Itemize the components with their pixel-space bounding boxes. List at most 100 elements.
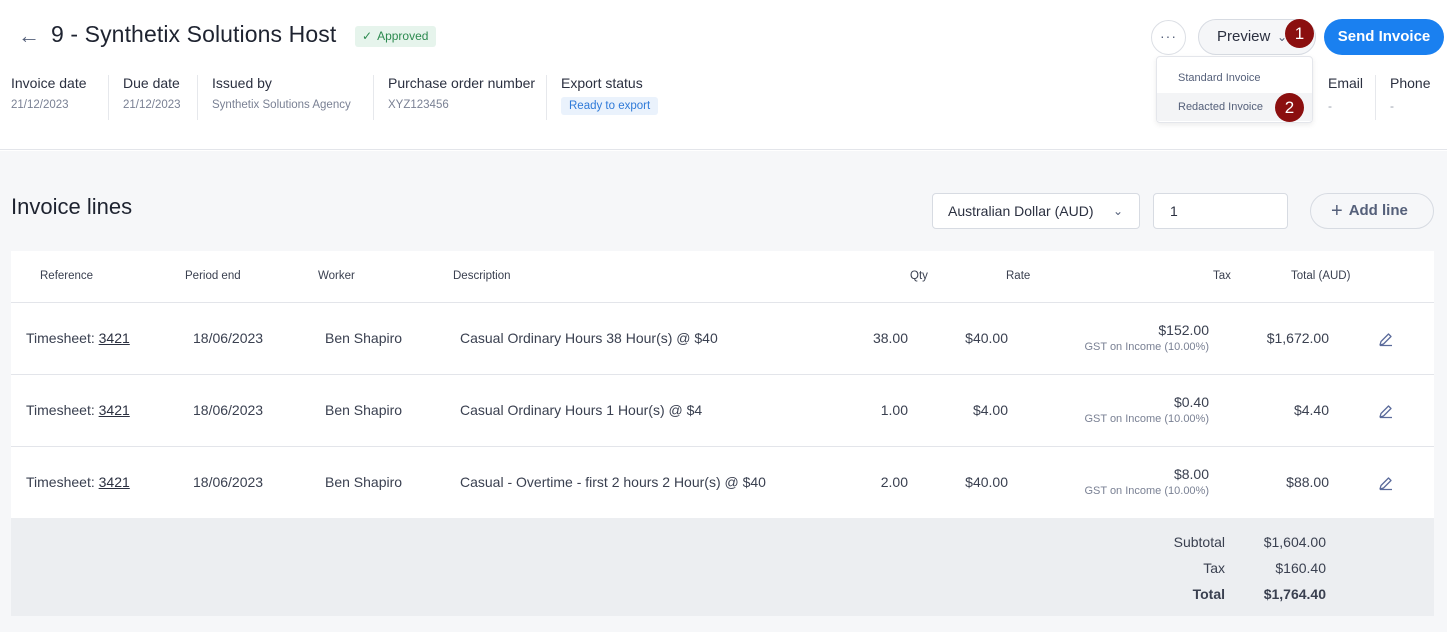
column-header-worker: Worker (318, 270, 355, 282)
meta-due-date: Due date 21/12/2023 (123, 75, 181, 121)
column-header-rate: Rate (1006, 270, 1031, 282)
total-cell: $4.40 (1293, 402, 1329, 418)
divider (197, 75, 198, 120)
check-icon: ✓ (362, 29, 373, 43)
more-options-button[interactable]: ··· (1151, 20, 1186, 55)
description-cell: Casual Ordinary Hours 1 Hour(s) @ $4 (460, 402, 703, 418)
status-badge-label: Approved (377, 29, 429, 43)
invoice-header: ← 9 - Synthetix Solutions Host ✓ Approve… (0, 0, 1447, 150)
add-line-button[interactable]: + Add line (1310, 193, 1434, 229)
table-row: Timesheet: 3421 18/06/2023 Ben Shapiro C… (11, 447, 1434, 519)
qty-cell: 2.00 (880, 474, 908, 490)
meta-purchase-order: Purchase order number XYZ123456 (388, 75, 535, 121)
reference-cell: Timesheet: 3421 (26, 330, 130, 346)
tax-amount: $152.00 (1158, 322, 1209, 338)
period-end-cell: 18/06/2023 (193, 402, 264, 418)
period-end-cell: 18/06/2023 (193, 474, 264, 490)
meta-value: Synthetix Solutions Agency (212, 99, 351, 111)
meta-phone: Phone - (1390, 75, 1430, 113)
total-cell: $1,672.00 (1266, 330, 1329, 346)
section-title: Invoice lines (11, 194, 133, 219)
meta-label: Invoice date (11, 75, 87, 91)
qty-cell: 38.00 (872, 330, 908, 346)
divider (546, 75, 547, 120)
edit-pencil-icon[interactable] (1377, 402, 1395, 420)
column-header-description: Description (453, 270, 511, 282)
grand-total-label: Total (1192, 586, 1225, 602)
tax-description: GST on Income (10.00%) (1084, 413, 1209, 425)
chevron-down-icon: ⌄ (1112, 204, 1123, 218)
meta-value: 21/12/2023 (11, 99, 69, 111)
tax-amount: $8.00 (1173, 466, 1209, 482)
meta-label: Phone (1390, 75, 1431, 91)
meta-invoice-date: Invoice date 21/12/2023 (11, 75, 87, 121)
column-header-reference: Reference (40, 270, 94, 282)
exchange-rate-input[interactable] (1153, 193, 1288, 229)
worker-cell: Ben Shapiro (325, 402, 403, 418)
meta-label: Email (1328, 75, 1364, 91)
meta-label: Export status (561, 75, 643, 91)
column-header-total: Total (AUD) (1291, 270, 1351, 282)
tax-description: GST on Income (10.00%) (1084, 485, 1209, 497)
column-header-period-end: Period end (185, 270, 241, 282)
table-row: Timesheet: 3421 18/06/2023 Ben Shapiro C… (11, 303, 1434, 375)
tax-description: GST on Income (10.00%) (1084, 341, 1209, 353)
description-cell: Casual - Overtime - first 2 hours 2 Hour… (460, 474, 766, 490)
meta-value: - (1390, 99, 1394, 113)
reference-prefix: Timesheet: (26, 330, 99, 346)
subtotal-label: Subtotal (1173, 534, 1225, 550)
reference-cell: Timesheet: 3421 (26, 402, 130, 418)
step-badge-1: 1 (1285, 19, 1314, 48)
add-line-label: Add line (1348, 202, 1408, 219)
meta-value: 21/12/2023 (123, 99, 181, 111)
send-invoice-button[interactable]: Send Invoice (1324, 19, 1444, 55)
meta-label: Due date (123, 75, 180, 91)
plus-icon: + (1331, 200, 1343, 222)
timesheet-link[interactable]: 3421 (99, 474, 130, 490)
page-title: 9 - Synthetix Solutions Host (51, 21, 337, 47)
grand-total-value: $1,764.40 (1263, 586, 1326, 602)
invoice-lines-table: Reference Period end Worker Description … (11, 251, 1434, 519)
currency-value: Australian Dollar (AUD) (948, 203, 1094, 219)
subtotal-value: $1,604.00 (1263, 534, 1326, 550)
step-badge-2: 2 (1275, 93, 1304, 122)
meta-issued-by: Issued by Synthetix Solutions Agency (212, 75, 351, 121)
tax-amount: $0.40 (1173, 394, 1209, 410)
arrow-left-icon[interactable]: ← (18, 22, 42, 50)
worker-cell: Ben Shapiro (325, 330, 403, 346)
table-header: Reference Period end Worker Description … (11, 251, 1434, 303)
timesheet-link[interactable]: 3421 (99, 330, 130, 346)
status-badge: ✓ Approved (355, 26, 437, 47)
description-cell: Casual Ordinary Hours 38 Hour(s) @ $40 (460, 330, 718, 346)
reference-prefix: Timesheet: (26, 474, 99, 490)
column-header-tax: Tax (1213, 270, 1231, 282)
meta-label: Issued by (212, 75, 272, 91)
invoice-totals: Subtotal $1,604.00 Tax $160.40 Total $1,… (11, 518, 1434, 616)
meta-label: Purchase order number (388, 75, 536, 91)
menu-item-standard-invoice[interactable]: Standard Invoice (1157, 64, 1312, 92)
currency-select[interactable]: Australian Dollar (AUD) ⌄ (932, 193, 1140, 229)
invoice-lines-section: Invoice lines Australian Dollar (AUD) ⌄ … (0, 151, 1447, 632)
edit-pencil-icon[interactable] (1377, 474, 1395, 492)
qty-cell: 1.00 (880, 402, 908, 418)
meta-value: - (1328, 99, 1332, 113)
preview-label: Preview (1217, 28, 1271, 45)
divider (373, 75, 374, 120)
meta-email: Email - (1328, 75, 1363, 113)
edit-pencil-icon[interactable] (1377, 330, 1395, 348)
total-cell: $88.00 (1286, 474, 1329, 490)
tax-total-value: $160.40 (1275, 560, 1326, 576)
divider (1375, 75, 1376, 120)
table-row: Timesheet: 3421 18/06/2023 Ben Shapiro C… (11, 375, 1434, 447)
rate-cell: $40.00 (965, 330, 1008, 346)
reference-prefix: Timesheet: (26, 402, 99, 418)
meta-value: XYZ123456 (388, 99, 449, 111)
meta-export-status: Export status Ready to export (561, 75, 659, 121)
divider (108, 75, 109, 120)
worker-cell: Ben Shapiro (325, 474, 403, 490)
tax-total-label: Tax (1203, 560, 1225, 576)
column-header-qty: Qty (910, 270, 928, 282)
rate-cell: $4.00 (972, 402, 1008, 418)
timesheet-link[interactable]: 3421 (99, 402, 130, 418)
reference-cell: Timesheet: 3421 (26, 474, 130, 490)
